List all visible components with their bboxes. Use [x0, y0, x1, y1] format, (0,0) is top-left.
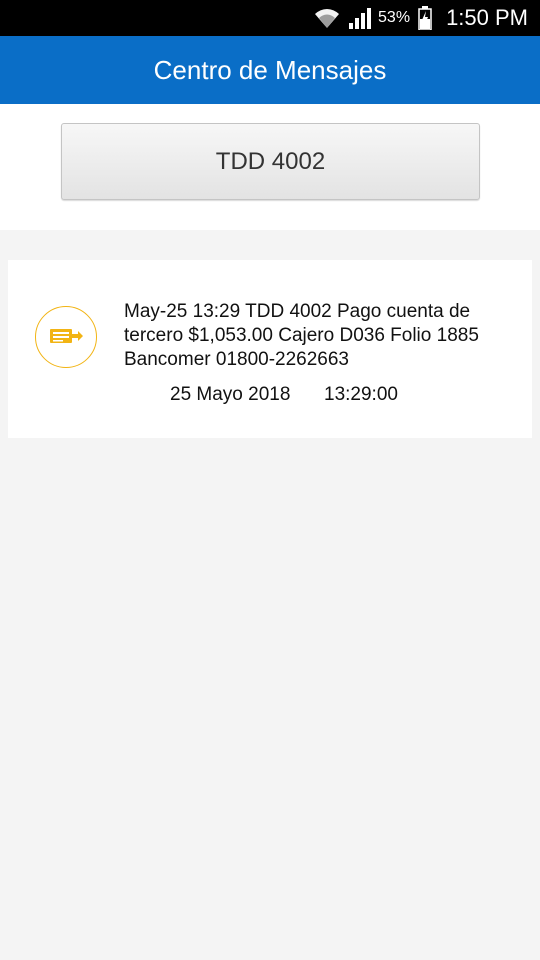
message-time: 13:29:00: [324, 384, 398, 405]
message-text: May-25 13:29 TDD 4002 Pago cuenta de ter…: [124, 301, 479, 370]
message-item[interactable]: May-25 13:29 TDD 4002 Pago cuenta de ter…: [8, 260, 532, 438]
account-selector-button[interactable]: TDD 4002: [61, 123, 480, 200]
signal-icon: [348, 7, 372, 29]
app-bar: Centro de Mensajes: [0, 36, 540, 104]
wifi-icon: [314, 6, 340, 30]
money-transfer-icon: [35, 306, 97, 368]
page-title: Centro de Mensajes: [153, 54, 387, 85]
account-selector-area: TDD 4002: [0, 104, 540, 230]
battery-charging-icon: [418, 6, 432, 30]
message-date: 25 Mayo 2018: [170, 384, 291, 405]
status-bar: 53% 1:50 PM: [0, 0, 540, 36]
battery-percent: 53%: [378, 9, 411, 26]
clock: 1:50 PM: [446, 5, 528, 30]
